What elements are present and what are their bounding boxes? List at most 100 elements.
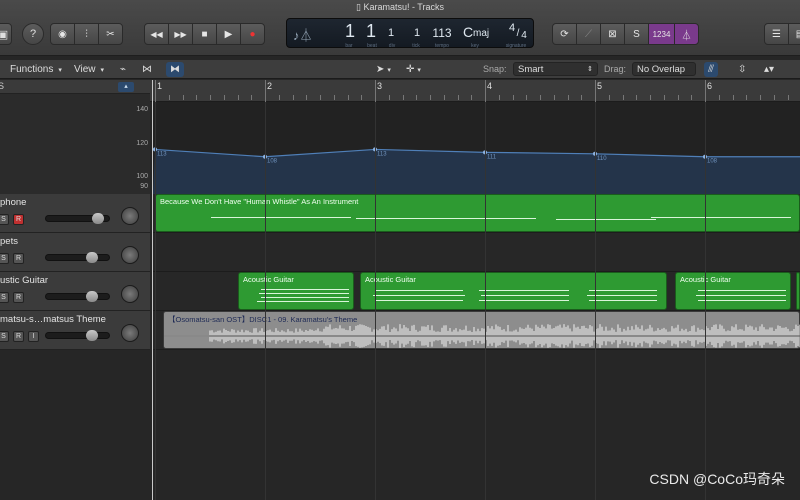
track-lane-4[interactable]: 【Osomatsu-san OST】DISC1 - 09. Karamatsu'… [153,311,800,350]
track-header-top: S ▴ [0,80,150,94]
fader-knob[interactable] [86,291,98,302]
midi-region-guitar-1[interactable]: Acoustic Guitar [238,272,354,310]
solo-button[interactable]: S [0,214,9,225]
track-lane-1[interactable]: Because We Don't Have "Human Whistle" As… [153,194,800,233]
record-enable-button[interactable]: R [13,331,24,342]
lcd-tempo: 113 [432,26,452,40]
lcd-display[interactable]: ♪⏃ 1 1 1 1 113 C maj 4 / 4 bar beat div … [286,18,534,49]
track-header-2[interactable]: pets S R [0,233,150,272]
fader-knob[interactable] [86,330,98,341]
ruler-tick [388,95,390,100]
track-lane-2[interactable] [153,233,800,272]
automation-icon[interactable]: ⧓ [166,62,184,77]
notes-icon[interactable]: ▤ [788,23,800,45]
pan-knob[interactable] [121,246,139,264]
fader-knob[interactable] [92,213,104,224]
waveform-zoom-icon[interactable]: ⫻ [704,62,718,77]
lcd-beat: 1 [365,21,376,41]
rewind-button[interactable]: ◀◀ [144,23,169,45]
track-header-4[interactable]: matsu-s…matsus Theme S R I [0,311,150,350]
ruler-tick [210,95,211,100]
help-button[interactable]: ? [22,23,44,45]
replace-icon[interactable]: ⊠ [600,23,625,45]
playhead[interactable] [152,80,153,500]
solo-button[interactable]: S [0,292,9,303]
stepper-icon[interactable]: ▴▾ [760,62,778,77]
ruler-tick [540,95,541,100]
pan-knob[interactable] [121,324,139,342]
solo-button[interactable]: S [0,331,9,342]
drag-select[interactable]: No Overlap [632,62,696,76]
ruler-tick [168,95,170,100]
bar-number: 1 [157,81,163,91]
midi-region-whistle[interactable]: Because We Don't Have "Human Whistle" As… [155,194,800,232]
count-in-button[interactable]: 1234 [648,23,675,45]
snap-value: Smart [518,63,544,75]
midi-region-guitar-3[interactable]: Acoustic Guitar [675,272,791,310]
window-title: ▯ Karamatsu! - Tracks [356,2,444,12]
library-button[interactable]: ▣ [0,23,12,45]
ruler-tick [512,95,514,100]
chevron-down-icon: ▾ [417,66,421,74]
record-enable-button[interactable]: R [13,214,24,225]
view-menu[interactable]: View ▾ [70,62,108,77]
midi-note [696,295,786,296]
track-lane-3[interactable]: Acoustic Guitar Acoustic Guitar Acoustic… [153,272,800,311]
pan-knob[interactable] [121,207,139,225]
global-tracks-button[interactable]: S [0,81,4,91]
input-monitor-button[interactable]: I [28,331,39,342]
solo-mode-icon[interactable]: S [624,23,649,45]
list-editors-icon[interactable]: ☰ [764,23,789,45]
pointer-tool-menu[interactable]: ➤ ▾ [372,62,395,77]
volume-fader[interactable] [45,252,110,263]
lcd-label-bar: bar [345,43,353,49]
flex-icon[interactable]: ⌁ [116,62,130,77]
track-name[interactable]: ustic Guitar [0,275,48,286]
tuner-icon[interactable]: ⟋ [576,23,601,45]
metronome-icon: ♪⏃ [293,28,313,43]
tempo-lane[interactable]: 113 108 113 111 110 108 [153,102,800,194]
record-button[interactable]: ● [240,23,265,45]
midi-note [261,297,349,298]
metronome-button-icon[interactable]: ⏃ [674,23,699,45]
midi-note [556,219,656,220]
midi-region-guitar-2[interactable]: Acoustic Guitar [360,272,667,310]
solo-button[interactable]: S [0,253,9,264]
panel-buttons: ☰ ▤ [764,23,800,45]
fader-knob[interactable] [86,252,98,263]
snap-select[interactable]: Smart ⇕ [513,62,598,76]
collapse-icon[interactable]: ▴ [118,82,134,92]
stop-button[interactable]: ■ [192,23,217,45]
volume-fader[interactable] [45,213,110,224]
record-enable-button[interactable]: R [13,292,24,303]
timeline-ruler[interactable]: 1 2 3 4 5 6 [150,80,800,102]
tempo-point-label: 110 [597,156,607,162]
volume-fader[interactable] [45,291,110,302]
tempo-curve[interactable]: 113 108 113 111 110 108 [153,102,800,194]
mixer-icon[interactable]: ⫶ [74,23,99,45]
ruler-tick [498,95,500,100]
functions-menu[interactable]: Functions ▾ [6,62,66,77]
editors-icon[interactable]: ✂ [98,23,123,45]
track-name[interactable]: matsu-s…matsus Theme [0,314,106,325]
pan-knob[interactable] [121,285,139,303]
play-button[interactable]: ▶ [216,23,241,45]
track-name[interactable]: pets [0,236,18,247]
volume-fader[interactable] [45,330,110,341]
vertical-zoom-icon[interactable]: ⇳ [734,62,750,77]
track-header-1[interactable]: phone S R [0,194,150,233]
track-name[interactable]: phone [0,197,26,208]
catch-icon[interactable]: ⋈ [138,62,156,77]
ruler-tick [718,95,720,100]
midi-region-guitar-4[interactable] [796,272,800,310]
forward-button[interactable]: ▶▶ [168,23,193,45]
record-enable-button[interactable]: R [13,253,24,264]
lcd-label-tempo: tempo [435,43,449,49]
cycle-icon[interactable]: ⟳ [552,23,577,45]
secondary-tool-menu[interactable]: ✛ ▾ [402,62,425,77]
smart-controls-icon[interactable]: ◉ [50,23,75,45]
region-name: Acoustic Guitar [365,275,416,284]
track-header-3[interactable]: ustic Guitar S R [0,272,150,311]
lcd-scale: maj [473,28,490,39]
bar-gridline [265,102,266,500]
